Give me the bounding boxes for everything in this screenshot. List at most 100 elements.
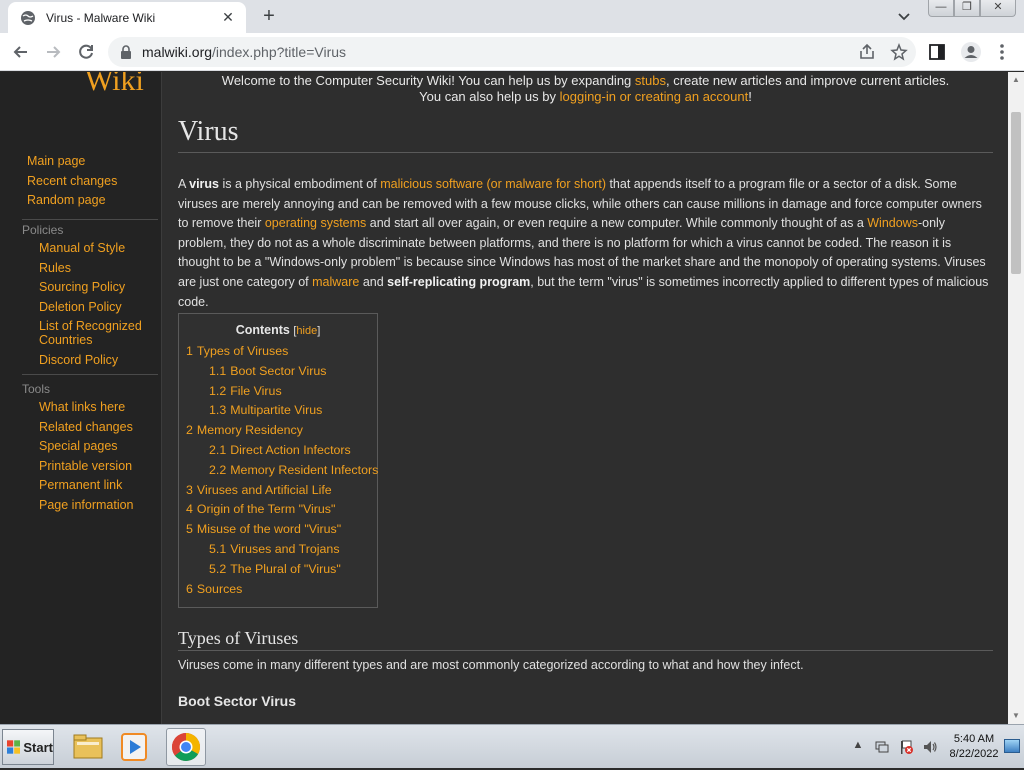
toc-item[interactable]: 5 Misuse of the word "Virus" (186, 522, 370, 536)
chrome-taskbar-button[interactable] (166, 728, 206, 766)
lock-icon[interactable] (120, 45, 132, 59)
chevron-down-icon[interactable] (894, 8, 914, 26)
toc-item[interactable]: 6 Sources (186, 582, 370, 596)
toc-item-label: Boot Sector Virus (230, 363, 327, 378)
start-button[interactable]: Start (2, 729, 54, 765)
scroll-up-arrow-icon[interactable]: ▲ (1008, 72, 1024, 88)
action-center-flag-icon[interactable] (898, 739, 914, 755)
intro-paragraph: A virus is a physical embodiment of mali… (178, 177, 989, 309)
network-icon[interactable] (874, 739, 890, 755)
chrome-icon (172, 733, 200, 761)
toc-item-label: Memory Residency (196, 423, 303, 438)
login-link[interactable]: logging-in or creating an account (560, 89, 749, 104)
page-scrollbar[interactable]: ▲ ▼ (1008, 72, 1024, 724)
show-hidden-icons-icon[interactable]: ▲ (850, 739, 866, 755)
sidebar-item-what-links-here[interactable]: What links here (22, 400, 134, 414)
scrollbar-thumb[interactable] (1011, 112, 1021, 274)
media-player-icon[interactable] (114, 728, 154, 766)
minimize-button[interactable]: — (928, 0, 954, 17)
site-notice: Welcome to the Computer Security Wiki! Y… (221, 73, 950, 104)
sidebar-item-list-of-recognized-countries[interactable]: List of Recognized Countries (22, 319, 161, 347)
toc-item-label: Multipartite Virus (230, 403, 323, 418)
start-label: Start (23, 739, 53, 755)
toc-item-label: File Virus (230, 383, 282, 398)
scroll-down-arrow-icon[interactable]: ▼ (1008, 708, 1024, 724)
wiki-logo[interactable]: Wiki (85, 72, 144, 98)
toc-item-number: 1.3 (209, 403, 227, 418)
toc-item-label: Viruses and Trojans (230, 541, 340, 556)
browser-tab[interactable]: Virus - Malware Wiki ✕ (8, 2, 246, 33)
forward-arrow-icon[interactable] (42, 41, 64, 63)
close-tab-icon[interactable]: ✕ (220, 9, 236, 26)
sidebar-item-printable-version[interactable]: Printable version (22, 459, 134, 473)
bookmark-star-icon[interactable] (890, 43, 908, 61)
toc-item-number: 2 (186, 423, 193, 438)
toc-item[interactable]: 1.1 Boot Sector Virus (186, 364, 370, 378)
sidebar-item-recent-changes[interactable]: Recent changes (22, 174, 117, 188)
subsection-heading-boot-sector: Boot Sector Virus (178, 693, 296, 709)
toc-item[interactable]: 5.1 Viruses and Trojans (186, 542, 370, 556)
profile-avatar-icon[interactable] (960, 41, 982, 63)
toc-item-number: 1.1 (209, 363, 227, 378)
sidebar-item-discord-policy[interactable]: Discord Policy (22, 353, 161, 367)
sidebar-item-special-pages[interactable]: Special pages (22, 439, 134, 453)
toc-item[interactable]: 2.1 Direct Action Infectors (186, 443, 370, 457)
system-clock[interactable]: 5:40 AM 8/22/2022 (944, 732, 1004, 762)
stubs-link[interactable]: stubs (635, 73, 666, 88)
side-panel-icon[interactable] (928, 41, 946, 63)
article-content: Welcome to the Computer Security Wiki! Y… (161, 72, 1008, 724)
toc-item-number: 5.1 (209, 541, 227, 556)
restore-button[interactable]: ❐ (954, 0, 980, 17)
sidebar-item-page-information[interactable]: Page information (22, 498, 134, 512)
sidebar-policies: Policies Manual of Style Rules Sourcing Po… (22, 223, 161, 373)
malware-link[interactable]: malware (312, 275, 359, 289)
malicious-software-link[interactable]: malicious software (or malware for short… (380, 177, 606, 191)
sidebar-item-manual-of-style[interactable]: Manual of Style (22, 241, 161, 255)
sidebar-item-permanent-link[interactable]: Permanent link (22, 478, 134, 492)
sidebar-item-rules[interactable]: Rules (22, 261, 161, 275)
menu-kebab-icon[interactable] (994, 41, 1010, 63)
toc-item-label: Sources (196, 581, 243, 596)
toc-item-label: Types of Viruses (196, 344, 289, 358)
back-arrow-icon[interactable] (10, 41, 32, 63)
clock-time: 5:40 AM (953, 733, 995, 745)
web-page: Wiki Main page Recent changes Random page … (0, 72, 1008, 724)
sidebar-item-related-changes[interactable]: Related changes (22, 420, 134, 434)
windows-link[interactable]: Windows (867, 216, 918, 230)
sidebar-tools: Tools What links here Related changes Spec… (22, 382, 134, 518)
browser-toolbar: malwiki.org/index.php?title=Virus (0, 33, 1024, 71)
reload-icon[interactable] (75, 41, 97, 63)
toc-hide-link[interactable]: hide (296, 325, 317, 337)
clock-date: 8/22/2022 (949, 748, 999, 760)
sidebar-item-sourcing-policy[interactable]: Sourcing Policy (22, 280, 161, 294)
toc-item[interactable]: 5.2 The Plural of "Virus" (186, 562, 370, 576)
sidebar-item-deletion-policy[interactable]: Deletion Policy (22, 300, 161, 314)
toc-item[interactable]: 1.3 Multipartite Virus (186, 403, 370, 417)
toc-item-number: 1.2 (209, 383, 227, 398)
close-window-button[interactable]: ✕ (980, 0, 1016, 17)
toc-item[interactable]: 2 Memory Residency (186, 423, 370, 437)
windows-flag-icon (7, 740, 21, 754)
toc-item-label: Memory Resident Infectors (230, 462, 379, 477)
policies-heading: Policies (22, 223, 64, 237)
address-bar[interactable]: malwiki.org/index.php?title=Virus (108, 37, 916, 67)
show-desktop-button[interactable] (1004, 739, 1020, 753)
sidebar-item-random-page[interactable]: Random page (22, 193, 117, 207)
windows-taskbar: Start ▲ 5:40 AM 8/22/2022 (0, 724, 1024, 768)
sidebar-item-main-page[interactable]: Main page (22, 154, 117, 168)
operating-systems-link[interactable]: operating systems (265, 216, 366, 230)
tab-strip: Virus - Malware Wiki ✕ + — ❐ ✕ (0, 0, 1024, 33)
volume-icon[interactable] (922, 739, 938, 755)
toc-item[interactable]: 3 Viruses and Artificial Life (186, 483, 370, 497)
sidebar-divider (22, 219, 158, 220)
toc-item-number: 5.2 (209, 561, 227, 576)
toc-item[interactable]: 4 Origin of the Term "Virus" (186, 502, 370, 516)
toc-item[interactable]: 1.2 File Virus (186, 384, 370, 398)
toc-item[interactable]: 1 Types of Viruses (186, 344, 370, 358)
share-icon[interactable] (858, 43, 876, 61)
toc-item-number: 2.1 (209, 442, 227, 457)
new-tab-button[interactable]: + (258, 6, 280, 28)
toc-item[interactable]: 2.2 Memory Resident Infectors (186, 463, 378, 477)
section-paragraph: Viruses come in many different types and… (178, 658, 804, 672)
file-explorer-icon[interactable] (68, 728, 108, 766)
